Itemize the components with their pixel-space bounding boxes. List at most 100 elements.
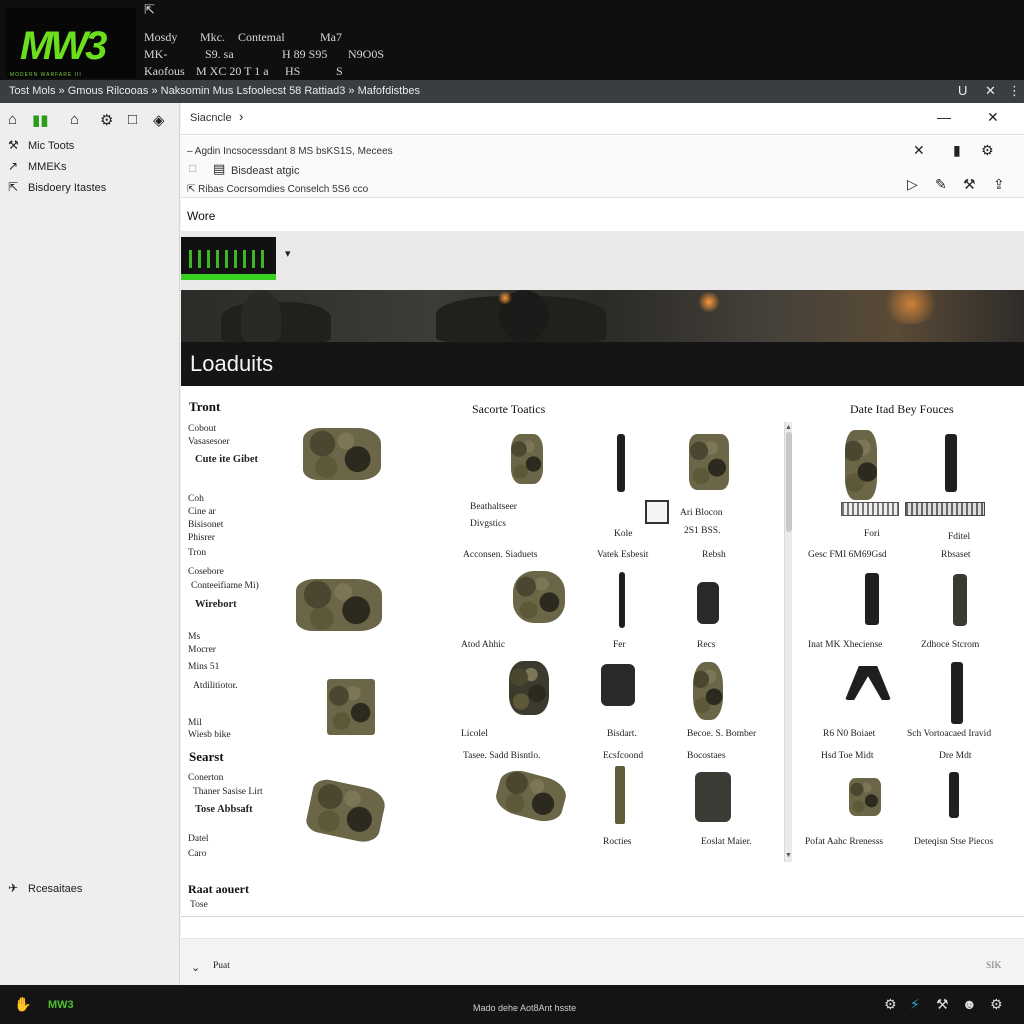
share-icon[interactable]: ⇪ bbox=[993, 176, 1005, 193]
vest-image[interactable] bbox=[303, 428, 381, 480]
backpack-image[interactable] bbox=[304, 776, 388, 846]
holster-image[interactable] bbox=[845, 430, 877, 500]
document-icon[interactable]: □ bbox=[189, 161, 196, 175]
tools-icon[interactable]: ⚒ bbox=[963, 176, 976, 193]
boot-image[interactable] bbox=[492, 765, 570, 827]
rail-image[interactable] bbox=[841, 502, 899, 516]
settings-icon[interactable]: ⚙ bbox=[981, 142, 994, 159]
holster-image[interactable] bbox=[511, 434, 543, 484]
item-label: Fer bbox=[613, 640, 626, 650]
grenade-image[interactable] bbox=[697, 582, 719, 624]
armor-plate-image[interactable] bbox=[695, 772, 731, 822]
item-label: Mins 51 bbox=[188, 662, 220, 672]
save-icon[interactable]: ▤ bbox=[213, 161, 225, 177]
breadcrumb-item[interactable]: Gmous Rilcooas bbox=[68, 85, 149, 97]
scroll-up-icon[interactable]: ▲ bbox=[785, 424, 792, 431]
item-label-bold[interactable]: Tose Abbsaft bbox=[195, 804, 253, 815]
mw3-taskbar-icon[interactable]: MW3 bbox=[48, 999, 74, 1011]
sidebar-item-resources[interactable]: ✈ Rcesaitaes bbox=[8, 881, 82, 895]
grip-image[interactable] bbox=[945, 434, 957, 492]
item-label-bold[interactable]: Wirebort bbox=[195, 599, 237, 610]
plate-carrier-image[interactable] bbox=[296, 579, 382, 631]
user-icon[interactable]: ☻ bbox=[962, 996, 977, 1012]
start-icon[interactable]: ✋ bbox=[14, 996, 31, 1013]
header-menu-item[interactable]: Ma7 bbox=[320, 30, 342, 45]
network-icon[interactable]: ⚙ bbox=[884, 996, 897, 1013]
stats-icon[interactable]: ▮▮ bbox=[32, 111, 49, 129]
more-menu-button[interactable]: ⋮ bbox=[1008, 83, 1021, 99]
sling-image[interactable] bbox=[693, 662, 723, 720]
item-label: Kole bbox=[614, 529, 633, 539]
header-menu-item[interactable]: Contemal bbox=[238, 30, 285, 45]
sidebar-item-mmeks[interactable]: ↗ MMEKs bbox=[8, 159, 67, 173]
stock-image[interactable] bbox=[951, 662, 963, 724]
chevron-down-icon[interactable]: ⌄ bbox=[191, 961, 200, 974]
header-stat: S9. sa bbox=[205, 47, 234, 61]
path-label[interactable]: Siacncle bbox=[190, 112, 232, 124]
breadcrumb-item[interactable]: Tost Mols bbox=[9, 85, 55, 97]
minimize-button[interactable]: U bbox=[958, 83, 967, 98]
expand-icon[interactable]: ⇱ bbox=[144, 2, 155, 18]
pouch-image[interactable] bbox=[689, 434, 729, 490]
settings-icon[interactable]: ⚙ bbox=[100, 111, 113, 129]
minimize-icon[interactable]: — bbox=[937, 109, 951, 125]
kneepad-image[interactable] bbox=[513, 571, 565, 623]
header-menu-item[interactable]: Mosdy bbox=[144, 30, 177, 45]
expand-label[interactable]: Puat bbox=[213, 961, 230, 971]
item-label: Beathaltseer bbox=[470, 502, 517, 512]
edit-icon[interactable]: ✎ bbox=[935, 176, 947, 193]
magazine-image[interactable] bbox=[645, 500, 669, 524]
sidebar-item-tools[interactable]: ⚒ Mic Toots bbox=[8, 138, 74, 152]
item-label: Fditel bbox=[948, 532, 971, 542]
rail-image[interactable] bbox=[905, 502, 985, 516]
pouch-image[interactable] bbox=[327, 679, 375, 735]
item-label: Mocrer bbox=[188, 645, 216, 655]
pouch-image[interactable] bbox=[849, 778, 881, 816]
item-label[interactable]: Atdilitiotor. bbox=[193, 681, 238, 691]
close-icon[interactable]: ✕ bbox=[987, 109, 999, 126]
bipod-image[interactable] bbox=[845, 666, 891, 700]
dropdown-caret-icon[interactable]: ▾ bbox=[285, 247, 291, 260]
game-logo[interactable]: MW3 MODERN WARFARE III bbox=[6, 8, 136, 78]
breadcrumb-item[interactable]: Mafofdistbes bbox=[358, 85, 420, 97]
chevron-right-icon[interactable]: › bbox=[239, 109, 243, 124]
loadout-content: Tront Cobout Vasasesoer Cute ite Gibet C… bbox=[181, 386, 1024, 916]
close-button[interactable]: ✕ bbox=[985, 83, 996, 99]
bookmark-icon[interactable]: ▮ bbox=[953, 142, 961, 159]
close-icon[interactable]: ✕ bbox=[913, 142, 925, 159]
bluetooth-icon[interactable]: ⚡ bbox=[910, 996, 920, 1013]
item-label: Tasee. Sadd Bisntlo. bbox=[463, 751, 541, 761]
radio-image[interactable] bbox=[601, 664, 635, 706]
action-label[interactable]: Bisdeast atgic bbox=[231, 165, 299, 177]
vertical-scrollbar[interactable]: ▲ ▼ bbox=[784, 422, 792, 862]
breadcrumb-item[interactable]: Lsfoolecst 58 Rattiad3 bbox=[236, 85, 345, 97]
gamepad-icon[interactable]: ◈ bbox=[153, 111, 165, 129]
item-label: Ari Blocon bbox=[680, 508, 723, 518]
scrollbar-thumb[interactable] bbox=[786, 432, 792, 532]
loadout-thumbnail[interactable] bbox=[181, 237, 276, 280]
window-icon[interactable]: □ bbox=[128, 111, 137, 128]
tag-icon[interactable]: ▷ bbox=[907, 176, 918, 193]
item-label: Eoslat Maier. bbox=[701, 837, 752, 847]
item-label: Deteqisn Stse Piecos bbox=[914, 837, 994, 847]
scroll-down-icon[interactable]: ▼ bbox=[785, 852, 792, 859]
flashlight-image[interactable] bbox=[865, 573, 879, 625]
scope-image[interactable] bbox=[949, 772, 959, 818]
banner-title: Loaduits bbox=[190, 351, 274, 376]
suppressor-image[interactable] bbox=[953, 574, 967, 626]
item-label: Bisisonet bbox=[188, 520, 224, 530]
item-label-bold[interactable]: Cute ite Gibet bbox=[195, 454, 258, 465]
header-menu-item[interactable]: Mkc. bbox=[200, 30, 225, 45]
home-icon[interactable]: ⌂ bbox=[8, 111, 17, 128]
expand-bar[interactable]: ⌄ Puat SIK bbox=[181, 938, 1024, 985]
item-label: Datel bbox=[188, 834, 209, 844]
suppressor-image[interactable] bbox=[617, 434, 625, 492]
knife-image[interactable] bbox=[619, 572, 625, 628]
sidebar-item-history[interactable]: ⇱ Bisdoery Itastes bbox=[8, 180, 106, 194]
house-icon[interactable]: ⌂ bbox=[70, 111, 79, 128]
settings-icon[interactable]: ⚙ bbox=[990, 996, 1003, 1013]
flare-image[interactable] bbox=[615, 766, 625, 824]
tools-icon[interactable]: ⚒ bbox=[936, 996, 949, 1013]
breadcrumb-item[interactable]: Naksomin Mus bbox=[161, 85, 234, 97]
gloves-image[interactable] bbox=[509, 661, 549, 715]
